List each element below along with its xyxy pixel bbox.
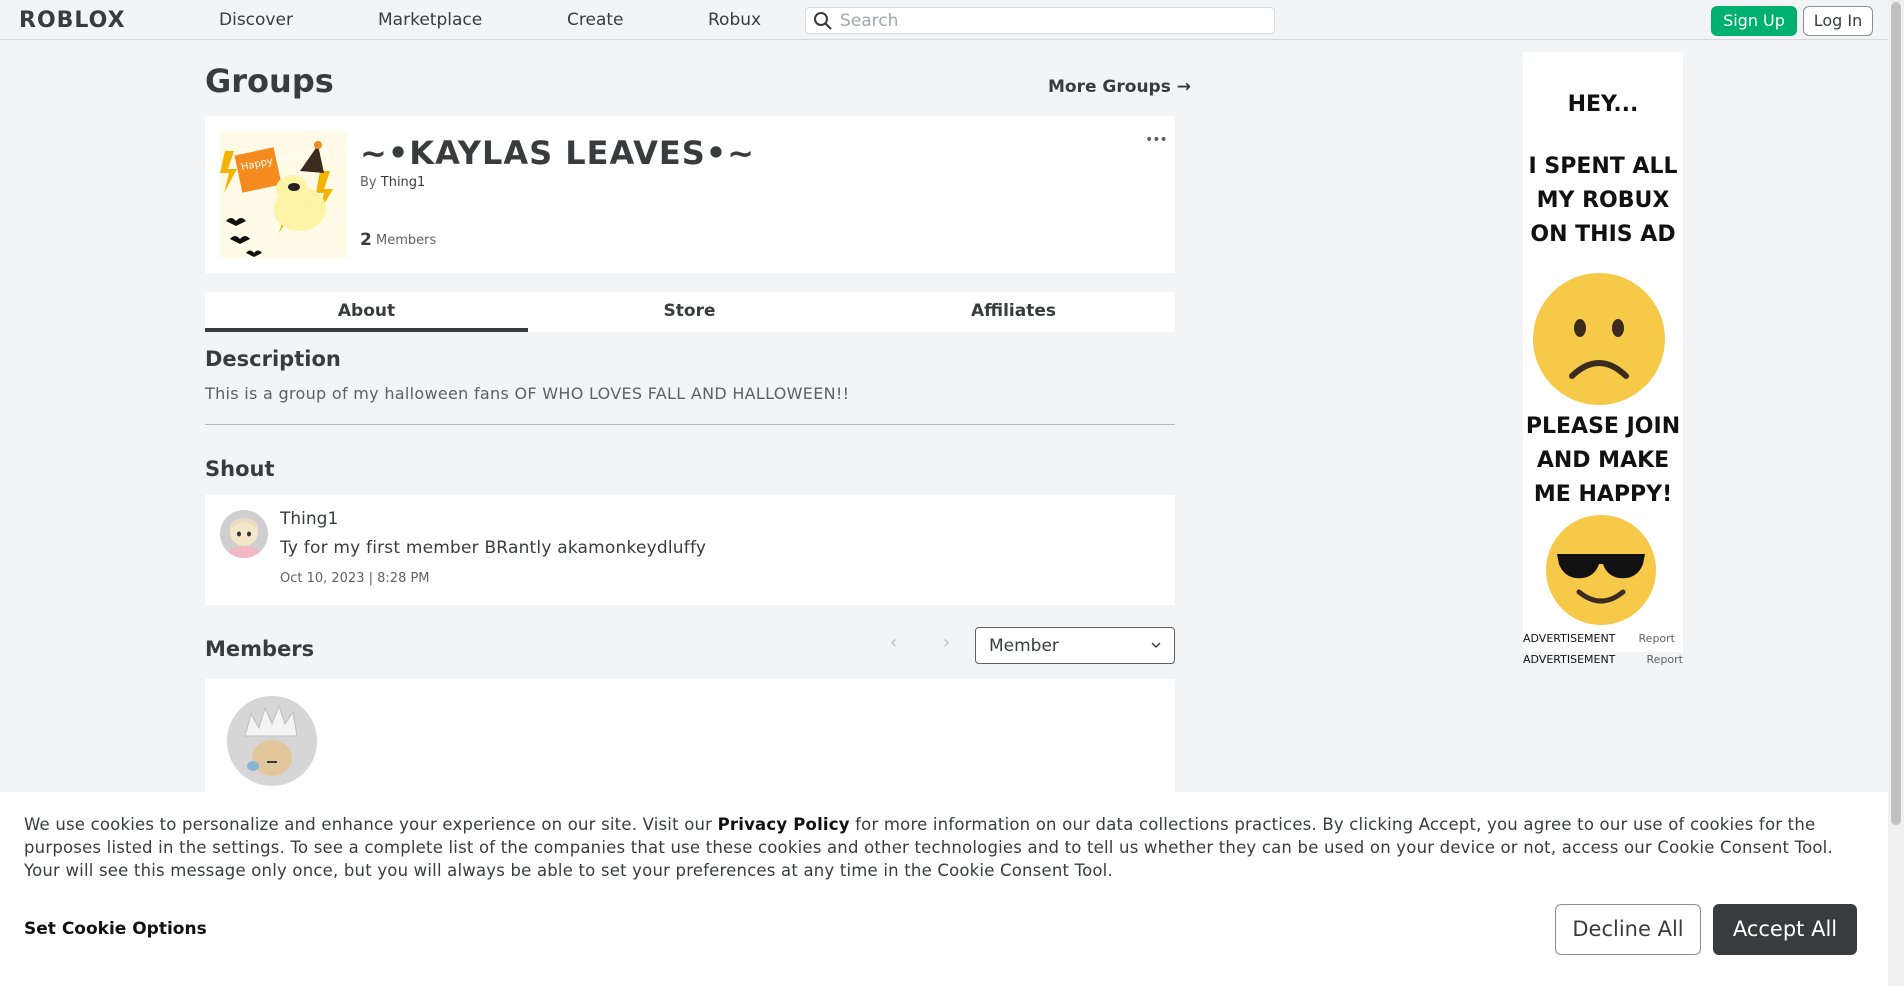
- decline-all-button[interactable]: Decline All: [1555, 904, 1701, 955]
- ad-report-inner[interactable]: Report: [1639, 632, 1675, 645]
- avatar-headshot-image: [220, 510, 268, 558]
- member-count: 2: [360, 230, 372, 250]
- members-list-card: [205, 679, 1175, 799]
- search-placeholder: Search: [840, 11, 899, 31]
- member-headshot-image: [227, 696, 317, 786]
- group-owner-line: By Thing1: [360, 175, 425, 190]
- page-title: Groups: [205, 62, 334, 100]
- scrollbar-thumb[interactable]: [1891, 2, 1901, 825]
- ad-line-6: AND MAKE: [1536, 448, 1670, 473]
- group-emblem: Happy Halloween: [220, 131, 347, 258]
- sunglasses-emoji-icon: [1546, 515, 1656, 625]
- role-select-dropdown[interactable]: Member: [975, 627, 1175, 664]
- privacy-policy-link[interactable]: Privacy Policy: [718, 815, 850, 834]
- shout-avatar[interactable]: [220, 510, 268, 558]
- shout-timestamp: Oct 10, 2023 | 8:28 PM: [280, 571, 430, 586]
- set-cookie-options-button[interactable]: Set Cookie Options: [24, 919, 207, 939]
- chevron-down-icon: [1151, 642, 1161, 648]
- more-groups-link[interactable]: More Groups →: [1048, 77, 1191, 97]
- role-select-value: Member: [989, 636, 1059, 656]
- halloween-emblem-image: Happy Halloween: [220, 131, 347, 258]
- tab-about[interactable]: About: [205, 292, 528, 332]
- member-avatar[interactable]: [227, 696, 317, 786]
- log-in-button[interactable]: Log In: [1803, 6, 1873, 36]
- search-input[interactable]: Search: [805, 7, 1275, 34]
- ad-line-7: ME HAPPY!: [1533, 482, 1673, 507]
- next-page-icon[interactable]: ›: [943, 632, 950, 653]
- sign-up-button[interactable]: Sign Up: [1711, 6, 1797, 36]
- member-count-label: Members: [376, 233, 437, 248]
- ad-line-4: ON THIS AD: [1530, 222, 1676, 247]
- nav-marketplace[interactable]: Marketplace: [378, 10, 482, 30]
- page-scrollbar[interactable]: [1888, 0, 1904, 986]
- search-icon: [814, 12, 832, 30]
- nav-robux[interactable]: Robux: [708, 10, 761, 30]
- cookie-consent-banner: We use cookies to personalize and enhanc…: [0, 792, 1888, 986]
- shout-message: Ty for my first member BRantly akamonkey…: [280, 538, 707, 558]
- tab-store[interactable]: Store: [528, 292, 851, 332]
- members-heading: Members: [205, 637, 315, 661]
- description-heading: Description: [205, 347, 341, 371]
- group-header-card: Happy Halloween ~•KAYLAS LEAVES•~ By Thi…: [205, 116, 1175, 273]
- ad-label: ADVERTISEMENT: [1523, 653, 1616, 666]
- ad-line-3: MY ROBUX: [1536, 188, 1670, 213]
- group-owner-link[interactable]: Thing1: [381, 175, 426, 190]
- shout-card: Thing1 Ty for my first member BRantly ak…: [205, 495, 1175, 605]
- group-tabs: About Store Affiliates: [205, 292, 1175, 332]
- ad-label-inner: ADVERTISEMENT: [1523, 632, 1616, 645]
- group-name: ~•KAYLAS LEAVES•~: [360, 134, 756, 172]
- advertisement-banner[interactable]: HEY... I SPENT ALL MY ROBUX ON THIS AD P…: [1523, 52, 1683, 652]
- ad-report-link[interactable]: Report: [1647, 653, 1683, 666]
- group-description: This is a group of my halloween fans OF …: [205, 384, 850, 403]
- shout-username[interactable]: Thing1: [280, 509, 338, 529]
- ad-line-5: PLEASE JOIN: [1525, 414, 1681, 439]
- more-options-icon[interactable]: •••: [1145, 132, 1168, 148]
- ad-line-1: HEY...: [1567, 92, 1639, 117]
- tab-affiliates[interactable]: Affiliates: [852, 292, 1175, 332]
- accept-all-button[interactable]: Accept All: [1713, 904, 1857, 955]
- by-prefix: By: [360, 175, 377, 190]
- top-navigation-bar: ROBLOX Discover Marketplace Create Robux…: [0, 0, 1888, 40]
- sad-face-emoji-icon: [1533, 273, 1665, 405]
- roblox-logo[interactable]: ROBLOX: [19, 8, 126, 33]
- cookie-text-before: We use cookies to personalize and enhanc…: [24, 815, 718, 834]
- section-divider: [205, 424, 1175, 425]
- shout-heading: Shout: [205, 457, 275, 481]
- cookie-message: We use cookies to personalize and enhanc…: [24, 813, 1874, 882]
- nav-create[interactable]: Create: [567, 10, 624, 30]
- prev-page-icon[interactable]: ‹: [890, 632, 897, 653]
- nav-discover[interactable]: Discover: [219, 10, 293, 30]
- ad-line-2: I SPENT ALL: [1528, 154, 1678, 179]
